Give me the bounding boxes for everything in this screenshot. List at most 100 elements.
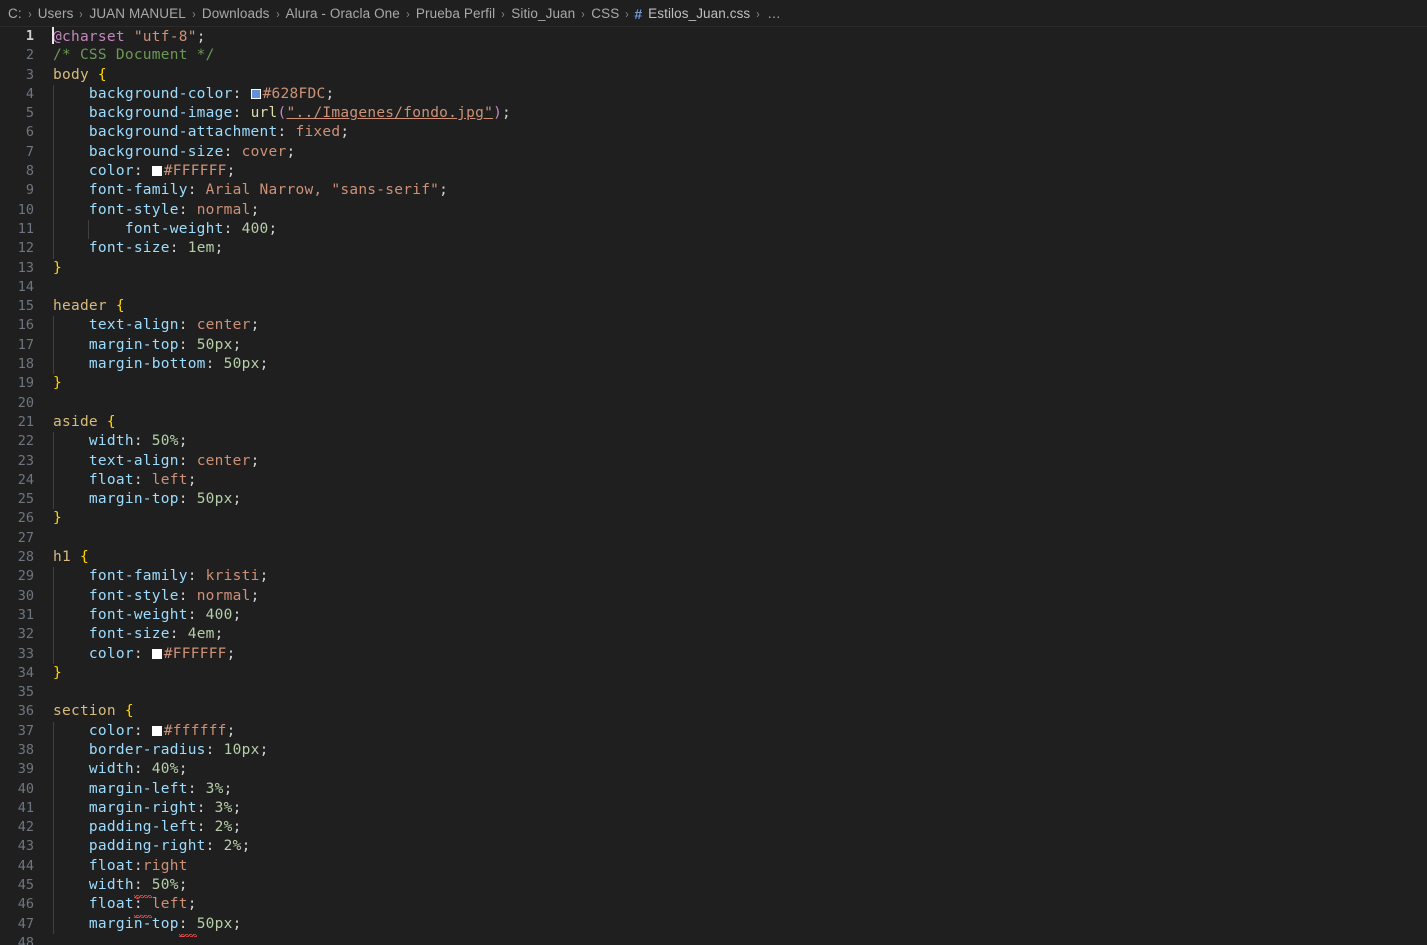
code-line[interactable]: 6 background-attachment: fixed;	[0, 123, 1427, 143]
code-line-content[interactable]: header {	[34, 297, 1427, 316]
code-line[interactable]: 7 background-size: cover;	[0, 142, 1427, 163]
code-line[interactable]: 24 float: left;	[0, 470, 1427, 491]
code-line-content[interactable]: background-attachment: fixed;	[34, 123, 1427, 143]
code-line-content[interactable]: padding-right: 2%;	[34, 837, 1427, 857]
code-line[interactable]: 35	[0, 683, 1427, 702]
breadcrumb-item-prueba-perfil[interactable]: Prueba Perfil	[415, 6, 496, 21]
code-line-content[interactable]: font-weight: 400;	[34, 605, 1427, 626]
code-line[interactable]: 3 body {	[0, 66, 1427, 85]
code-line[interactable]: 17 margin-top: 50px;	[0, 335, 1427, 356]
code-line[interactable]: 19}	[0, 374, 1427, 393]
code-line-content[interactable]: font-family: Arial Narrow, "sans-serif";	[34, 181, 1427, 201]
code-line-content[interactable]: }	[34, 664, 1427, 683]
breadcrumb-item-sitio-juan[interactable]: Sitio_Juan	[510, 6, 576, 21]
code-line[interactable]: 14	[0, 278, 1427, 297]
code-line[interactable]: 33 color: #FFFFFF;	[0, 644, 1427, 664]
breadcrumb-item-file[interactable]: Estilos_Juan.css	[647, 6, 751, 21]
code-line-content[interactable]: }	[34, 259, 1427, 278]
code-line-content[interactable]: /* CSS Document */	[34, 46, 1427, 65]
code-line-content[interactable]: color: #ffffff;	[34, 721, 1427, 741]
code-line-content[interactable]: float: left;	[34, 470, 1427, 491]
code-line-content[interactable]: border-radius: 10px;	[34, 740, 1427, 761]
code-line-content[interactable]: text-align: center;	[34, 316, 1427, 336]
code-line[interactable]: 39 width: 40%;	[0, 760, 1427, 780]
breadcrumb[interactable]: C: › Users › JUAN MANUEL › Downloads › A…	[0, 0, 1427, 27]
code-line[interactable]: 43 padding-right: 2%;	[0, 837, 1427, 857]
code-line-content[interactable]: font-weight: 400;	[34, 219, 1427, 240]
code-line-content[interactable]: margin-bottom: 50px;	[34, 355, 1427, 375]
code-line-content[interactable]: }	[34, 374, 1427, 393]
code-line[interactable]: 5 background-image: url("../Imagenes/fon…	[0, 104, 1427, 124]
code-line[interactable]: 1 @charset "utf-8";	[0, 27, 1427, 46]
code-line-content[interactable]: text-align: center;	[34, 451, 1427, 471]
color-swatch[interactable]	[151, 725, 162, 736]
code-line[interactable]: 2/* CSS Document */	[0, 46, 1427, 65]
code-line[interactable]: 47 margin-top: 50px;	[0, 914, 1427, 938]
breadcrumb-item-drive[interactable]: C:	[7, 6, 23, 21]
code-line-content[interactable]: background-size: cover;	[34, 142, 1427, 163]
code-line[interactable]: 36 section {	[0, 702, 1427, 721]
breadcrumb-item-alura-oracla-one[interactable]: Alura - Oracla One	[285, 6, 401, 21]
code-line-content[interactable]: font-size: 1em;	[34, 239, 1427, 259]
code-line[interactable]: 31 font-weight: 400;	[0, 605, 1427, 626]
code-line-content[interactable]: float:right	[34, 856, 1427, 877]
code-line[interactable]: 13}	[0, 259, 1427, 278]
code-line-content[interactable]: }	[34, 509, 1427, 528]
code-line[interactable]: 40 margin-left: 3%;	[0, 779, 1427, 799]
code-line-content[interactable]: float: left;	[34, 895, 1427, 919]
code-line-content[interactable]: width: 40%;	[34, 760, 1427, 780]
code-line[interactable]: 41 margin-right: 3%;	[0, 798, 1427, 819]
code-line[interactable]: 25 margin-top: 50px;	[0, 490, 1427, 510]
code-line[interactable]: 21 aside {	[0, 413, 1427, 432]
code-line-content[interactable]: color: #FFFFFF;	[34, 162, 1427, 182]
code-line[interactable]: 30 font-style: normal;	[0, 586, 1427, 606]
code-line[interactable]: 4 background-color: #628FDC;	[0, 84, 1427, 105]
code-line[interactable]: 12 font-size: 1em;	[0, 239, 1427, 259]
code-line[interactable]: 44 float:right	[0, 856, 1427, 877]
code-line[interactable]: 10 font-style: normal;	[0, 200, 1427, 220]
code-line[interactable]: 45 width: 50%;	[0, 876, 1427, 900]
code-line-content[interactable]: aside {	[34, 413, 1427, 432]
code-line[interactable]: 27	[0, 529, 1427, 548]
code-line[interactable]: 23 text-align: center;	[0, 451, 1427, 471]
breadcrumb-item-downloads[interactable]: Downloads	[201, 6, 271, 21]
code-line-content[interactable]: color: #FFFFFF;	[34, 644, 1427, 664]
color-swatch[interactable]	[250, 88, 261, 99]
code-line[interactable]: 32 font-size: 4em;	[0, 625, 1427, 645]
code-line-content[interactable]: font-style: normal;	[34, 586, 1427, 606]
code-line-content[interactable]: width: 50%;	[34, 432, 1427, 452]
code-line-content[interactable]: background-image: url("../Imagenes/fondo…	[34, 104, 1427, 124]
code-line-content[interactable]: margin-left: 3%;	[34, 779, 1427, 799]
code-line-content[interactable]: margin-top: 50px;	[34, 335, 1427, 356]
code-line-content[interactable]: background-color: #628FDC;	[34, 84, 1427, 105]
code-line-content[interactable]: margin-top: 50px;	[34, 490, 1427, 510]
breadcrumb-item-css[interactable]: CSS	[590, 6, 620, 21]
code-line[interactable]: 11 font-weight: 400;	[0, 219, 1427, 240]
code-line[interactable]: 42 padding-left: 2%;	[0, 818, 1427, 838]
code-line[interactable]: 28 h1 {	[0, 548, 1427, 567]
code-line-content[interactable]: padding-left: 2%;	[34, 818, 1427, 838]
code-line[interactable]: 18 margin-bottom: 50px;	[0, 355, 1427, 375]
code-line-content[interactable]: margin-top: 50px;	[34, 914, 1427, 938]
code-line-content[interactable]: h1 {	[34, 548, 1427, 567]
code-line-content[interactable]: font-style: normal;	[34, 200, 1427, 220]
code-line[interactable]: 34}	[0, 664, 1427, 683]
color-swatch[interactable]	[151, 648, 162, 659]
code-line[interactable]: 9 font-family: Arial Narrow, "sans-serif…	[0, 181, 1427, 201]
color-swatch[interactable]	[151, 166, 162, 177]
code-line[interactable]: 8 color: #FFFFFF;	[0, 162, 1427, 182]
code-line-content[interactable]: font-family: kristi;	[34, 567, 1427, 587]
code-line[interactable]: 22 width: 50%;	[0, 432, 1427, 452]
code-line-content[interactable]: section {	[34, 702, 1427, 721]
code-line[interactable]: 20	[0, 394, 1427, 413]
code-line[interactable]: 15 header {	[0, 297, 1427, 316]
breadcrumb-item-users[interactable]: Users	[37, 6, 75, 21]
code-line[interactable]: 37 color: #ffffff;	[0, 721, 1427, 741]
code-line-content[interactable]: @charset "utf-8";	[34, 27, 1427, 47]
code-line-content[interactable]: margin-right: 3%;	[34, 798, 1427, 819]
code-line-content[interactable]: body {	[34, 66, 1427, 85]
breadcrumb-item-juan-manuel[interactable]: JUAN MANUEL	[88, 6, 186, 21]
code-editor[interactable]: 1 @charset "utf-8"; 2/* CSS Document */3 bo…	[0, 27, 1427, 945]
code-line[interactable]: 48	[0, 934, 1427, 945]
code-line[interactable]: 29 font-family: kristi;	[0, 567, 1427, 587]
